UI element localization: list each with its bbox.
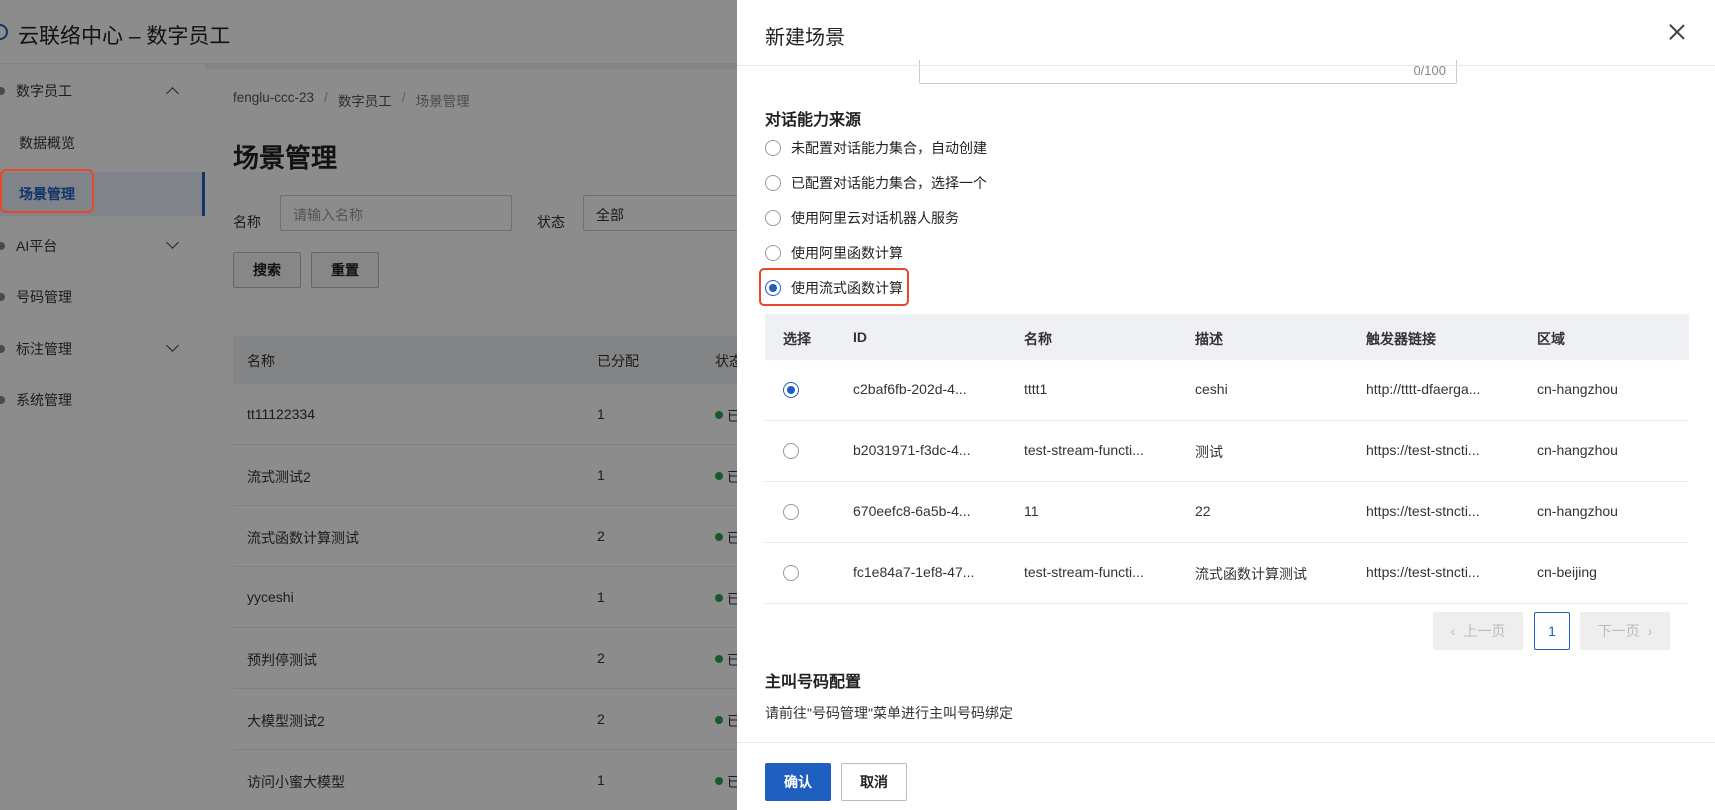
new-scene-drawer: 0/100 新建场景 对话能力来源 未配置对话能力集合，自动创建 已配置对话能力… xyxy=(737,0,1715,810)
function-id: fc1e84a7-1ef8-47... xyxy=(853,564,975,580)
drawer-title: 新建场景 xyxy=(765,27,845,49)
function-desc: 测试 xyxy=(1195,444,1223,460)
radio-button[interactable] xyxy=(765,245,781,261)
function-id: b2031971-f3dc-4... xyxy=(853,442,971,458)
chevron-right-icon: › xyxy=(1647,623,1653,639)
function-desc: 流式函数计算测试 xyxy=(1195,566,1307,582)
row-select-radio[interactable] xyxy=(783,504,799,520)
drawer-footer: 确认 取消 xyxy=(737,742,1715,810)
column-header: 名称 xyxy=(1024,331,1052,347)
prev-page-button[interactable]: ‹ 上一页 xyxy=(1433,612,1523,650)
prev-page-label: 上一页 xyxy=(1463,623,1506,639)
table-row[interactable]: c2baf6fb-202d-4... tttt1 ceshi http://tt… xyxy=(765,360,1689,421)
next-page-button[interactable]: 下一页 › xyxy=(1580,612,1670,650)
function-desc: ceshi xyxy=(1195,381,1228,397)
dialog-source-option[interactable]: 已配置对话能力集合，选择一个 xyxy=(765,171,987,195)
cancel-button[interactable]: 取消 xyxy=(841,763,907,801)
column-header: 触发器链接 xyxy=(1366,331,1436,347)
dialog-source-option[interactable]: 使用阿里函数计算 xyxy=(765,241,903,265)
row-select-radio[interactable] xyxy=(783,565,799,581)
close-icon[interactable] xyxy=(1667,22,1687,42)
column-header: ID xyxy=(853,329,867,345)
function-name: tttt1 xyxy=(1024,381,1048,397)
option-label: 使用阿里云对话机器人服务 xyxy=(791,210,959,226)
row-select-radio[interactable] xyxy=(783,382,799,398)
trigger-link: https://test-stncti... xyxy=(1366,503,1480,519)
dialog-source-option[interactable]: 使用阿里云对话机器人服务 xyxy=(765,206,959,230)
function-id: c2baf6fb-202d-4... xyxy=(853,381,967,397)
function-id: 670eefc8-6a5b-4... xyxy=(853,503,971,519)
radio-button[interactable] xyxy=(765,175,781,191)
caller-number-hint: 请前往"号码管理"菜单进行主叫号码绑定 xyxy=(765,705,1013,721)
function-region: cn-hangzhou xyxy=(1537,442,1618,458)
function-name: test-stream-functi... xyxy=(1024,564,1144,580)
table-row[interactable]: 670eefc8-6a5b-4... 11 22 https://test-st… xyxy=(765,482,1689,543)
annotation-highlight-box xyxy=(759,268,909,306)
option-label: 使用阿里函数计算 xyxy=(791,245,903,261)
next-page-label: 下一页 xyxy=(1597,623,1640,639)
chevron-left-icon: ‹ xyxy=(1450,623,1456,639)
caller-number-title: 主叫号码配置 xyxy=(765,674,862,691)
annotation-highlight-box xyxy=(0,169,94,213)
function-desc: 22 xyxy=(1195,503,1211,519)
trigger-link: http://tttt-dfaerga... xyxy=(1366,381,1481,397)
trigger-link: https://test-stncti... xyxy=(1366,564,1480,580)
column-header: 选择 xyxy=(783,331,811,347)
drawer-header: 新建场景 xyxy=(737,0,1715,66)
confirm-button[interactable]: 确认 xyxy=(765,763,831,801)
function-name: 11 xyxy=(1024,503,1039,519)
dialog-source-option[interactable]: 未配置对话能力集合，自动创建 xyxy=(765,136,987,160)
function-name: test-stream-functi... xyxy=(1024,442,1144,458)
radio-button[interactable] xyxy=(765,140,781,156)
column-header: 描述 xyxy=(1195,331,1223,347)
function-table-header: 选择 ID 名称 描述 触发器链接 区域 xyxy=(765,314,1689,360)
radio-button[interactable] xyxy=(765,210,781,226)
function-region: cn-beijing xyxy=(1537,564,1597,580)
option-label: 已配置对话能力集合，选择一个 xyxy=(791,175,987,191)
dialog-source-title: 对话能力来源 xyxy=(765,112,862,129)
option-label: 未配置对话能力集合，自动创建 xyxy=(791,140,987,156)
column-header: 区域 xyxy=(1537,331,1565,347)
row-select-radio[interactable] xyxy=(783,443,799,459)
table-row[interactable]: fc1e84a7-1ef8-47... test-stream-functi..… xyxy=(765,543,1689,604)
page-number-button[interactable]: 1 xyxy=(1534,612,1570,650)
function-region: cn-hangzhou xyxy=(1537,381,1618,397)
function-region: cn-hangzhou xyxy=(1537,503,1618,519)
table-row[interactable]: b2031971-f3dc-4... test-stream-functi...… xyxy=(765,421,1689,482)
trigger-link: https://test-stncti... xyxy=(1366,442,1480,458)
